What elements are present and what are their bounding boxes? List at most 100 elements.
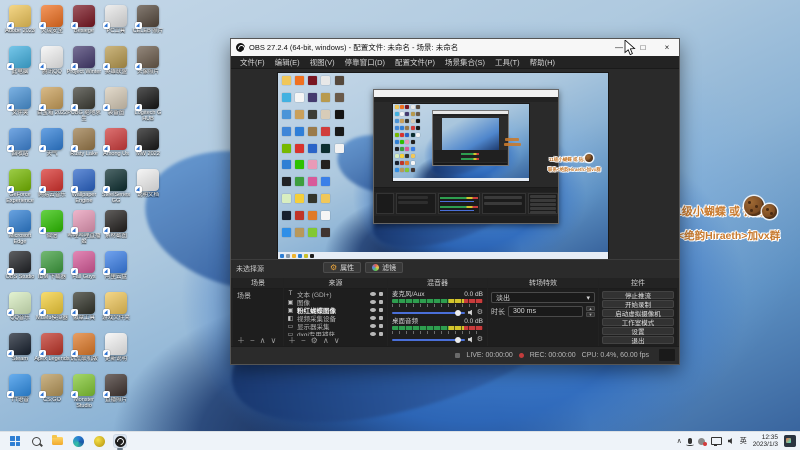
desktop-icon[interactable]: SteelSeries GG [98, 169, 134, 204]
desktop-icon[interactable]: IDM 下载器 [34, 251, 70, 280]
desktop-icon[interactable]: 说明文档 [130, 169, 166, 198]
eye-icon[interactable] [370, 300, 376, 304]
lock-icon[interactable] [379, 308, 383, 312]
move-button[interactable]: ∨ [271, 337, 277, 345]
sources-dock-title[interactable]: 来源 [284, 278, 387, 289]
menu-item-0[interactable]: 文件(F) [235, 57, 270, 68]
desktop-icon[interactable]: TT语音 [2, 374, 38, 403]
obs-preview-area[interactable]: 11级小蝴蝶 或 钻粉 联系<绝韵Hiraeth>加vx群 [231, 69, 679, 259]
lock-icon[interactable] [379, 316, 383, 320]
move-button[interactable]: ∧ [323, 337, 329, 345]
desktop-icon[interactable]: 天气 [34, 128, 70, 157]
menu-item-1[interactable]: 编辑(E) [270, 57, 305, 68]
menu-item-6[interactable]: 工具(T) [490, 57, 525, 68]
desktop-icon[interactable]: 头像照片 [130, 46, 166, 75]
controls-dock-title[interactable]: 控件 [599, 278, 677, 289]
desktop-icon[interactable]: Besiege [66, 5, 102, 34]
desktop-icon[interactable]: CELEB 照片 [130, 5, 166, 34]
wegame-button[interactable] [92, 434, 106, 448]
search-button[interactable] [29, 434, 43, 448]
ime-indicator[interactable]: 英 [740, 436, 747, 446]
desktop-icon[interactable]: 文件夹 [2, 87, 38, 116]
speaker-icon[interactable] [467, 336, 472, 343]
desktop-icon[interactable]: 徽章工具 [66, 292, 102, 321]
desktop-icon[interactable]: 百宝箱 2022 [34, 87, 70, 116]
move-button[interactable]: ∨ [334, 337, 340, 345]
desktop-icon[interactable]: 哔哩哔哩直播姬 [66, 210, 102, 245]
desktop-icon[interactable]: 腾讯QQ [34, 46, 70, 75]
desktop-icon[interactable]: 更新说明 [98, 333, 134, 362]
add-button[interactable]: ＋ [288, 337, 296, 345]
desktop-icon[interactable]: 火绒安全 [34, 5, 70, 34]
display-icon[interactable] [710, 437, 722, 446]
desktop-icon[interactable]: Apex Legends [34, 333, 70, 362]
obs-tray-icon[interactable] [697, 437, 707, 446]
lock-icon[interactable] [379, 300, 383, 304]
desktop-icon[interactable]: 网易云音乐 [34, 169, 70, 198]
desktop-icon[interactable]: 饥荒联机版 [66, 333, 102, 362]
notification-icon[interactable] [784, 435, 796, 447]
desktop-icon[interactable]: Rusty Lake [66, 128, 102, 157]
desktop-icon[interactable]: OBS Studio [2, 251, 38, 280]
duration-spinner[interactable]: ▲ ▼ [586, 306, 595, 317]
desktop-icon[interactable]: Among Us [98, 128, 134, 157]
desktop-icon[interactable]: Logitech G HUB [130, 87, 166, 122]
mixer-dock-title[interactable]: 混音器 [388, 278, 487, 289]
desktop-icon[interactable]: 阿里云盘 [98, 251, 134, 280]
transition-select[interactable]: 淡出 ▾ [491, 292, 595, 303]
eye-icon[interactable] [370, 324, 376, 328]
control-button-5[interactable]: 退出 [602, 336, 674, 345]
control-button-4[interactable]: 设置 [602, 327, 674, 336]
control-button-2[interactable]: 启动虚拟摄像机 [602, 309, 674, 318]
tray-chevron-icon[interactable]: ∧ [677, 437, 682, 445]
volume-slider[interactable] [392, 336, 465, 343]
menu-item-3[interactable]: 停靠窗口(D) [340, 57, 390, 68]
menu-item-5[interactable]: 场景集合(S) [440, 57, 490, 68]
channel-gear-icon[interactable]: ⚙ [477, 309, 483, 316]
menu-item-7[interactable]: 帮助(H) [525, 57, 560, 68]
desktop-icon[interactable]: CS:GO [34, 374, 70, 403]
desktop-icon[interactable]: 素材截图 [98, 210, 134, 239]
maximize-button[interactable]: □ [631, 39, 655, 56]
close-button[interactable]: × [655, 39, 679, 56]
remove-button[interactable]: − [301, 337, 306, 345]
desktop-icon[interactable]: Monster Studio [66, 374, 102, 409]
scenes-dock-title[interactable]: 场景 [233, 278, 283, 289]
desktop-icon[interactable]: Adobe 2023 [2, 5, 38, 34]
file-explorer-button[interactable] [50, 434, 64, 448]
desktop-icon[interactable]: 游戏文件夹 [98, 292, 134, 321]
add-button[interactable]: ＋ [237, 337, 245, 345]
desktop-icon[interactable]: Fall Guys [66, 251, 102, 280]
volume-slider[interactable] [392, 309, 465, 316]
clock[interactable]: 12:35 2023/1/3 [753, 434, 778, 448]
minimize-button[interactable]: — [607, 39, 631, 56]
properties-button[interactable]: ⚙ 属性 [323, 262, 362, 273]
speaker-icon[interactable] [467, 309, 472, 316]
menu-item-4[interactable]: 配置文件(P) [390, 57, 440, 68]
start-button[interactable] [8, 434, 22, 448]
sources-toolbar[interactable]: ＋ − ⚙ ∧ ∨ [284, 336, 387, 346]
desktop-icon[interactable]: Wallpaper Engine [66, 169, 102, 204]
control-button-0[interactable]: 停止推流 [602, 291, 674, 300]
desktop-icon[interactable]: 装备图 [98, 87, 134, 116]
desktop-icon[interactable]: GeForce Experience [2, 169, 38, 204]
desktop-icon[interactable]: QQ音乐 [2, 292, 38, 321]
eye-icon[interactable] [370, 292, 376, 296]
desktop-icon[interactable]: Steam [2, 333, 38, 362]
desktop-icon[interactable]: Microsoft Edge [2, 210, 38, 245]
duration-input[interactable]: 300 ms [508, 306, 583, 317]
scene-item[interactable]: 场景 [233, 289, 283, 303]
menu-item-2[interactable]: 视图(V) [305, 57, 340, 68]
scenes-toolbar[interactable]: ＋ − ∧ ∨ [233, 336, 283, 346]
eye-icon[interactable] [370, 308, 376, 312]
eye-icon[interactable] [370, 316, 376, 320]
desktop-icon[interactable]: 回收站 [2, 128, 38, 157]
lock-icon[interactable] [379, 324, 383, 328]
transitions-dock-title[interactable]: 转场特效 [488, 278, 598, 289]
desktop-icon[interactable]: MuMu模拟器 [34, 292, 70, 321]
channel-gear-icon[interactable]: ⚙ [477, 336, 483, 343]
edge-button[interactable] [71, 434, 85, 448]
obs-titlebar[interactable]: OBS 27.2.4 (64-bit, windows) - 配置文件: 未命名… [231, 39, 679, 56]
desktop-icon[interactable]: PC工具 [98, 5, 134, 34]
gear-icon[interactable]: ⚙ [311, 337, 318, 345]
